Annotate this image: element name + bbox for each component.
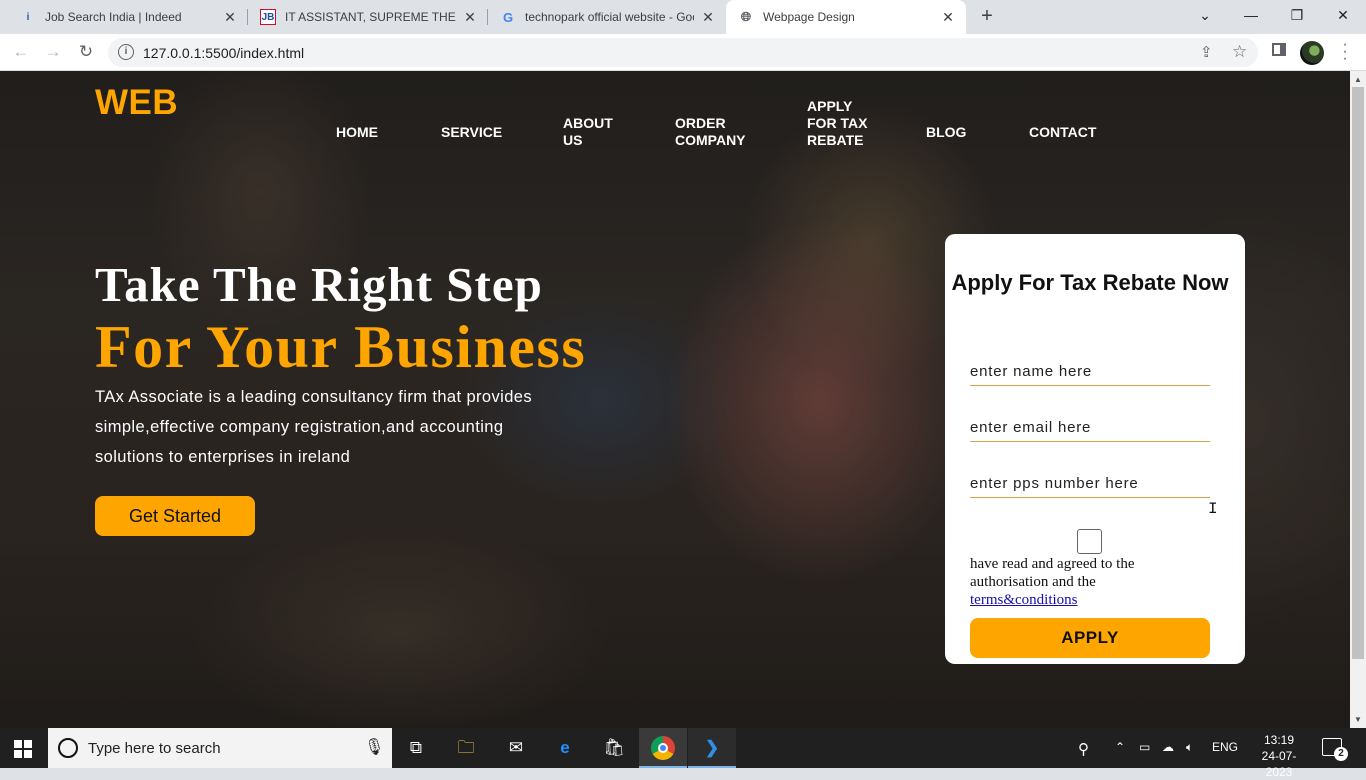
close-tab-icon[interactable]: ✕ xyxy=(462,9,478,26)
site-logo[interactable]: WEB xyxy=(95,83,178,123)
nav-about-us[interactable]: ABOUT US xyxy=(563,115,625,149)
network-icon[interactable]: ☁ xyxy=(1162,740,1174,754)
hero-description: TAx Associate is a leading consultancy f… xyxy=(95,388,533,466)
scroll-down-arrow-icon[interactable]: ▼ xyxy=(1354,715,1362,724)
taskbar-clock[interactable]: 13:19 24-07-2023 xyxy=(1251,732,1307,780)
indeed-favicon-icon: i xyxy=(26,11,30,23)
browser-menu-icon[interactable]: · · · xyxy=(1340,37,1350,67)
people-icon[interactable]: ⚲ xyxy=(1078,740,1089,758)
tab-jb[interactable]: JB IT ASSISTANT, SUPREME THE FO( ✕ xyxy=(248,0,488,34)
nav-home[interactable]: HOME xyxy=(336,124,378,141)
file-explorer-icon[interactable]: 🗀 xyxy=(454,736,478,760)
email-field[interactable]: enter email here xyxy=(970,418,1210,442)
agree-label: have read and agreed to the authorisatio… xyxy=(970,556,1135,590)
chrome-taskbar-active[interactable] xyxy=(639,728,687,768)
terms-checkbox[interactable] xyxy=(1077,529,1102,554)
notification-center-icon[interactable]: 2 xyxy=(1322,738,1348,761)
pps-number-field[interactable]: enter pps number here xyxy=(970,474,1210,498)
taskbar-search-box[interactable]: Type here to search 🎙︎ xyxy=(48,728,392,768)
tab-title: IT ASSISTANT, SUPREME THE FO( xyxy=(285,10,456,24)
nav-apply-for-tax-rebate[interactable]: APPLY FOR TAX REBATE xyxy=(807,98,869,149)
vscode-taskbar-active[interactable]: ❯ xyxy=(688,728,736,768)
language-indicator[interactable]: ENG xyxy=(1212,740,1238,754)
terms-conditions-link[interactable]: terms&conditions xyxy=(970,592,1078,608)
clock-date: 24-07-2023 xyxy=(1261,749,1297,779)
tab-title: technopark official website - Goo xyxy=(525,10,694,24)
close-tab-icon[interactable]: ✕ xyxy=(700,9,716,26)
apply-button[interactable]: APPLY xyxy=(970,618,1210,658)
address-bar[interactable]: i 127.0.0.1:5500/index.html ⇪ ☆ xyxy=(108,38,1258,67)
profile-avatar[interactable] xyxy=(1300,41,1324,65)
microphone-icon[interactable]: 🎙︎ xyxy=(364,737,384,757)
microsoft-store-icon[interactable]: 🛍︎ xyxy=(602,736,626,760)
notification-count-badge: 2 xyxy=(1334,747,1348,761)
forward-arrow-icon[interactable]: → xyxy=(42,41,64,63)
bookmark-star-icon[interactable]: ☆ xyxy=(1232,42,1247,62)
tab-indeed[interactable]: i Job Search India | Indeed ✕ xyxy=(8,0,248,34)
tab-title: Webpage Design xyxy=(763,10,855,24)
nav-order-company[interactable]: ORDER COMPANY xyxy=(675,115,765,149)
nav-blog[interactable]: BLOG xyxy=(926,124,966,141)
page-scrollbar[interactable]: ▲ ▼ xyxy=(1350,71,1366,728)
mail-icon[interactable]: ✉ xyxy=(504,736,528,760)
windows-start-icon[interactable] xyxy=(14,740,32,758)
hero-headline: Take The Right Step xyxy=(95,257,543,312)
name-field-placeholder: enter name here xyxy=(970,363,1093,380)
battery-icon[interactable]: ▭ xyxy=(1139,740,1150,754)
scrollbar-thumb[interactable] xyxy=(1352,87,1364,659)
back-arrow-icon[interactable]: ← xyxy=(10,41,32,63)
tab-search-chevron-icon[interactable]: ⌄ xyxy=(1182,0,1228,30)
vscode-icon: ❯ xyxy=(704,738,720,757)
pps-field-placeholder: enter pps number here xyxy=(970,475,1139,492)
google-favicon-icon: G xyxy=(502,9,514,25)
close-tab-icon[interactable]: ✕ xyxy=(222,9,238,26)
tab-webpage-design[interactable]: 🌐︎ Webpage Design ✕ xyxy=(726,0,966,34)
browser-toolbar: ← → ↻ i 127.0.0.1:5500/index.html ⇪ ☆ · ·… xyxy=(0,34,1366,71)
nav-contact[interactable]: CONTACT xyxy=(1029,124,1096,141)
hero-headline-accent: For Your Business xyxy=(95,314,587,380)
taskbar-search-placeholder: Type here to search xyxy=(88,740,221,757)
windows-taskbar: Type here to search 🎙︎ ⧉ 🗀 ✉ e 🛍︎ ❯ ⚲ ⌃ … xyxy=(0,728,1366,779)
tax-rebate-form-card: Apply For Tax Rebate Now enter name here… xyxy=(945,234,1245,664)
browser-tab-strip: i Job Search India | Indeed ✕ JB IT ASSI… xyxy=(0,0,1366,34)
side-panel-icon[interactable] xyxy=(1272,43,1286,56)
jb-favicon-icon: JB xyxy=(260,9,276,25)
close-tab-icon[interactable]: ✕ xyxy=(940,9,956,26)
text-cursor-icon: I xyxy=(1208,500,1218,518)
name-field[interactable]: enter name here xyxy=(970,362,1210,386)
tab-title: Job Search India | Indeed xyxy=(45,10,182,24)
site-info-icon[interactable]: i xyxy=(118,44,134,60)
get-started-button[interactable]: Get Started xyxy=(95,496,255,536)
task-view-icon[interactable]: ⧉ xyxy=(404,736,428,760)
restore-button[interactable]: ❐ xyxy=(1274,0,1320,30)
cortana-ring-icon xyxy=(58,738,78,758)
close-window-button[interactable]: ✕ xyxy=(1320,0,1366,30)
new-tab-button[interactable]: + xyxy=(976,5,998,27)
tab-google[interactable]: G technopark official website - Goo ✕ xyxy=(488,0,726,34)
page-viewport: WEB HOME SERVICE ABOUT US ORDER COMPANY … xyxy=(0,71,1350,728)
url-text[interactable]: 127.0.0.1:5500/index.html xyxy=(143,45,304,61)
tray-chevron-icon[interactable]: ⌃ xyxy=(1115,740,1125,754)
email-field-placeholder: enter email here xyxy=(970,419,1092,436)
form-title: Apply For Tax Rebate Now xyxy=(951,270,1229,295)
chrome-icon xyxy=(651,736,675,760)
terms-agreement-text: have read and agreed to the authorisatio… xyxy=(970,555,1210,609)
scroll-up-arrow-icon[interactable]: ▲ xyxy=(1354,75,1362,84)
nav-service[interactable]: SERVICE xyxy=(441,124,502,141)
edge-browser-icon[interactable]: e xyxy=(553,736,577,760)
volume-icon[interactable]: 🔈︎ xyxy=(1186,740,1193,755)
share-icon[interactable]: ⇪ xyxy=(1200,43,1213,61)
globe-favicon-icon: 🌐︎ xyxy=(740,9,752,24)
minimize-button[interactable]: — xyxy=(1228,0,1274,30)
reload-icon[interactable]: ↻ xyxy=(75,41,97,63)
clock-time: 13:19 xyxy=(1263,733,1295,747)
